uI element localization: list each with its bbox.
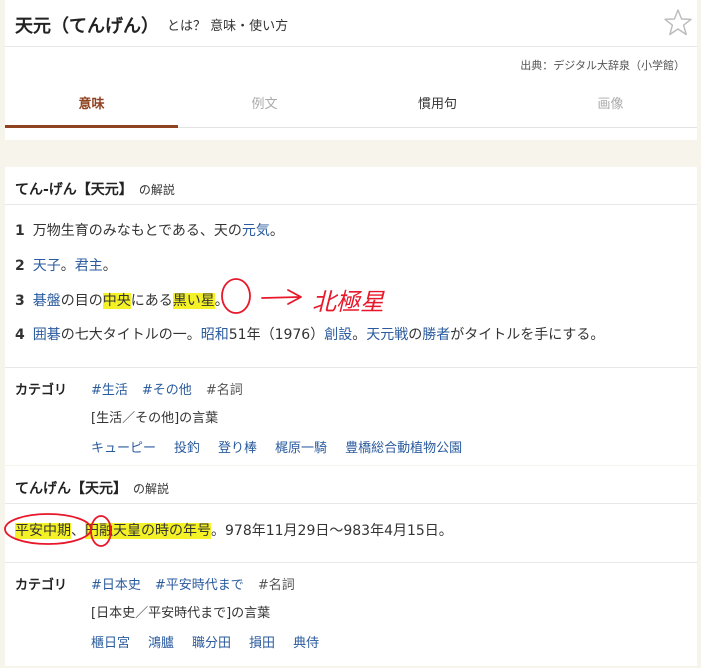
definition-link[interactable]: 勝者 <box>422 327 450 343</box>
definition-text: 万物生育のみなもとである、天の <box>32 223 242 239</box>
section-suffix: の解説 <box>133 482 170 496</box>
section-title: てん‐げん【天元】 の解説 <box>15 179 175 199</box>
tab-bar: 意味 例文 慣用句 画像 <box>5 88 697 128</box>
highlighted-text: 中央 <box>102 293 131 309</box>
definition-text: がタイトルを手にする。 <box>450 327 605 343</box>
definition-text: にある <box>130 293 173 309</box>
section-suffix: の解説 <box>138 183 175 197</box>
tab-meaning[interactable]: 意味 <box>5 88 178 128</box>
section-divider <box>5 367 697 368</box>
section-headword: てん‐げん【天元】 <box>15 182 133 198</box>
page-title: 天元（てんげん） <box>15 16 159 37</box>
category-tag[interactable]: #その他 <box>142 383 192 398</box>
definition-link[interactable]: 碁盤 <box>33 293 61 309</box>
definition-text: 51年（1976） <box>228 327 325 343</box>
category-tags: #生活 #その他 #名詞 <box>91 379 257 398</box>
related-word-link[interactable]: 鴻臚 <box>148 636 174 651</box>
definition-text: 。 <box>102 258 117 274</box>
category-tag[interactable]: #日本史 <box>91 578 141 593</box>
related-word-link[interactable]: 典侍 <box>293 636 319 651</box>
category-tag[interactable]: #平安時代まで <box>155 578 244 593</box>
definition-number: 1 <box>15 223 25 239</box>
category-tag: #名詞 <box>205 383 243 398</box>
category-tag[interactable]: #生活 <box>91 383 128 398</box>
page-subtitle: とは？ 意味・使い方 <box>167 19 289 34</box>
definition-item: 平安中期、円融天皇の時の年号。978年11月29日〜983年4月15日。 <box>15 520 453 540</box>
definition-text: 。 <box>60 258 75 274</box>
definition-section-1: てん‐げん【天元】 の解説 1 万物生育のみなもとである、天の元気。 2 天子。君主。… <box>5 167 697 465</box>
related-words: キューピー 投釣 登り棒 梶原一騎 豊橋総合動植物公園 <box>91 437 480 456</box>
tab-examples[interactable]: 例文 <box>178 88 351 128</box>
definition-number: 3 <box>15 293 25 309</box>
definition-link[interactable]: 君主 <box>75 258 103 274</box>
star-icon[interactable] <box>663 8 693 38</box>
related-word-link[interactable]: 梶原一騎 <box>275 441 327 456</box>
category-description: [生活／その他]の言葉 <box>91 411 219 426</box>
definition-number: 2 <box>15 258 25 274</box>
definition-text: 。 <box>214 293 229 309</box>
category-label: カテゴリ <box>15 383 68 398</box>
definition-item: 2 天子。君主。 <box>15 255 117 275</box>
section-divider <box>5 204 697 205</box>
definition-link[interactable]: 天元戦 <box>366 327 408 343</box>
definition-link[interactable]: 元気 <box>242 223 270 239</box>
definition-text: 。 <box>352 327 367 343</box>
header-divider <box>5 46 697 47</box>
source-credit: 出典：デジタル大辞泉（小学館） <box>520 59 685 72</box>
header-card: 天元（てんげん） とは？ 意味・使い方 出典：デジタル大辞泉（小学館） 意味 例… <box>5 0 697 140</box>
related-word-link[interactable]: 櫃日宮 <box>91 636 130 651</box>
definition-item: 4 囲碁の七大タイトルの一。昭和51年（1976）創設。天元戦の勝者がタイトルを手… <box>15 324 604 344</box>
tab-idioms[interactable]: 慣用句 <box>351 88 524 128</box>
related-words: 櫃日宮 鴻臚 職分田 損田 典侍 <box>91 632 337 651</box>
definition-number: 4 <box>15 327 25 343</box>
category-description: [日本史／平安時代まで]の言葉 <box>91 606 271 621</box>
section-headword: てんげん【天元】 <box>15 481 127 497</box>
section-divider <box>5 503 697 504</box>
definition-item: 3 碁盤の目の中央にある黒い星。 <box>15 290 229 310</box>
definition-section-2: てんげん【天元】 の解説 平安中期、円融天皇の時の年号。978年11月29日〜98… <box>5 466 697 666</box>
definition-link[interactable]: 囲碁 <box>33 327 61 343</box>
definition-text: の目の <box>60 293 103 309</box>
category-label: カテゴリ <box>15 578 68 593</box>
highlighted-text: 黒い星 <box>172 293 215 309</box>
related-word-link[interactable]: 登り棒 <box>218 441 257 456</box>
related-word-link[interactable]: 投釣 <box>174 441 200 456</box>
section-title: てんげん【天元】 の解説 <box>15 478 169 498</box>
definition-item: 1 万物生育のみなもとである、天の元気。 <box>15 220 284 240</box>
related-word-link[interactable]: 豊橋総合動植物公園 <box>345 441 462 456</box>
definition-text: 。 <box>269 223 284 239</box>
category-tag: #名詞 <box>257 578 295 593</box>
definition-link[interactable]: 天子 <box>33 258 61 274</box>
highlighted-text: 円融天皇の時の年号 <box>85 523 211 539</box>
definition-text: の七大タイトルの一。 <box>60 327 201 343</box>
related-word-link[interactable]: 損田 <box>249 636 275 651</box>
related-word-link[interactable]: 職分田 <box>192 636 231 651</box>
related-word-link[interactable]: キューピー <box>91 441 156 456</box>
definition-text: 。978年11月29日〜983年4月15日。 <box>211 523 453 539</box>
definition-link[interactable]: 昭和 <box>201 327 229 343</box>
section-divider <box>5 562 697 563</box>
definition-text: の <box>408 327 423 343</box>
definition-text: 、 <box>71 523 85 539</box>
highlighted-text: 平安中期 <box>15 523 71 539</box>
definition-link[interactable]: 創設 <box>324 327 352 343</box>
category-tags: #日本史 #平安時代まで #名詞 <box>91 574 309 593</box>
tab-images[interactable]: 画像 <box>524 88 697 128</box>
